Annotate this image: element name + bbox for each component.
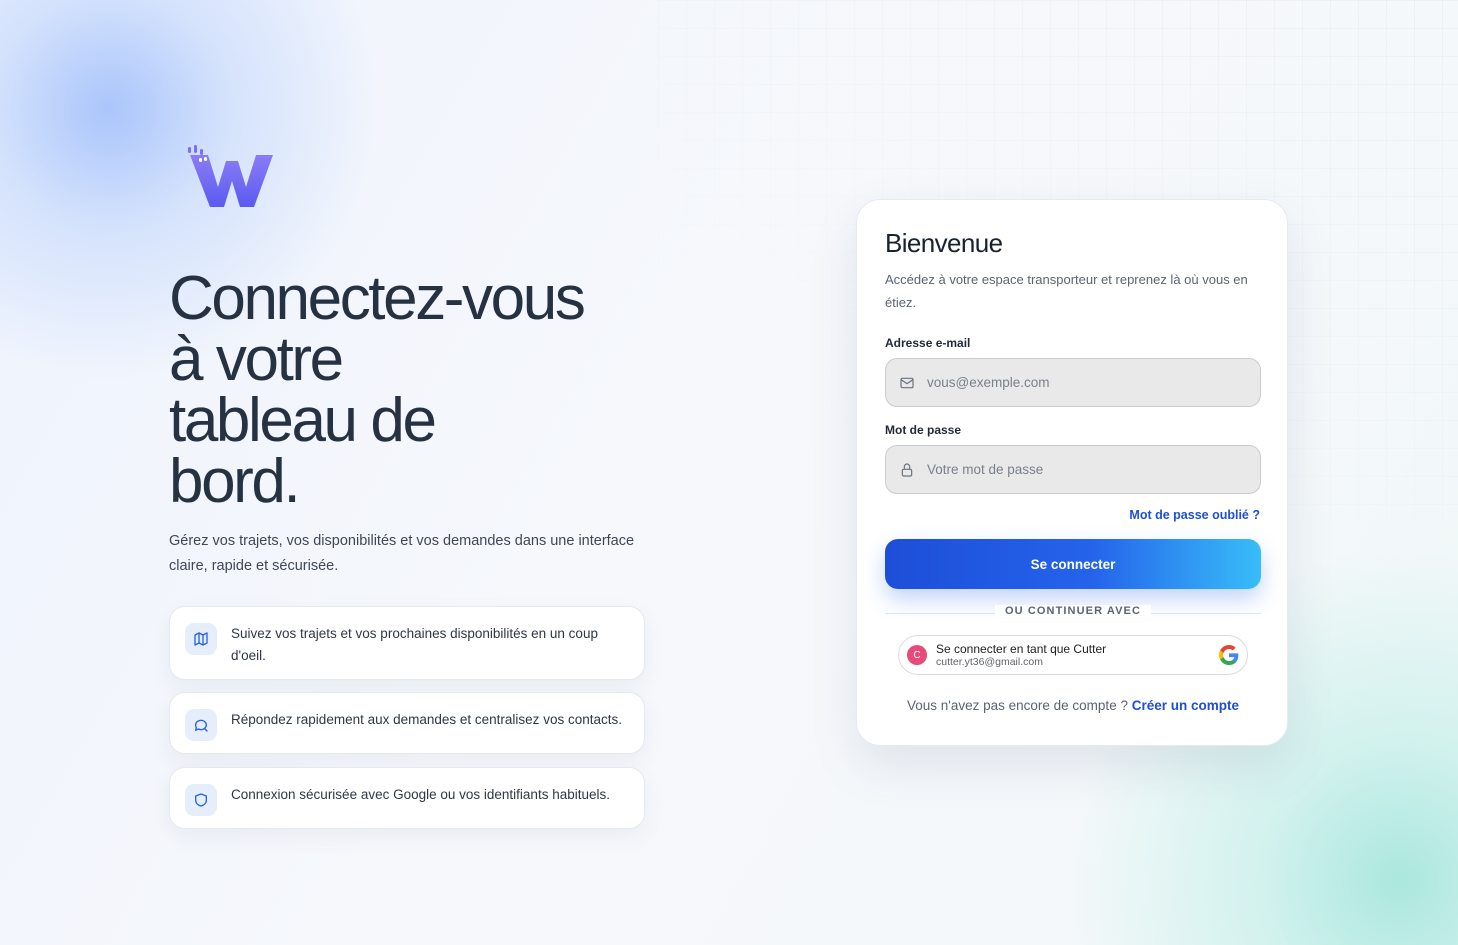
login-description: Accédez à votre espace transporteur et r… xyxy=(885,272,1248,310)
create-account-link[interactable]: Créer un compte xyxy=(1132,698,1239,713)
feature-text: Connexion sécurisée avec Google ou vos i… xyxy=(231,787,610,802)
divider-label: OU CONTINUER AVEC xyxy=(995,605,1151,617)
google-signin-button[interactable]: C Se connecter en tant que Cutter cutter… xyxy=(898,635,1248,675)
google-icon xyxy=(1219,645,1239,665)
login-button[interactable]: Se connecter xyxy=(885,539,1261,589)
avatar: C xyxy=(907,645,927,665)
w-logo-icon xyxy=(186,145,274,209)
feature-card: Suivez vos trajets et vos prochaines dis… xyxy=(169,606,645,680)
feature-text: Répondez rapidement aux demandes et cent… xyxy=(231,712,622,727)
signup-row: Vous n'avez pas encore de compte ? Créer… xyxy=(857,698,1289,713)
lock-icon xyxy=(898,461,916,479)
google-account-name: Se connecter en tant que Cutter xyxy=(936,641,1107,656)
chat-icon xyxy=(185,709,217,741)
feature-card: Répondez rapidement aux demandes et cent… xyxy=(169,692,645,754)
signup-prompt: Vous n'avez pas encore de compte ? xyxy=(906,698,1128,713)
login-card: Bienvenue Accédez à votre espace transpo… xyxy=(856,199,1288,746)
password-label: Mot de passe xyxy=(885,423,962,437)
email-input[interactable] xyxy=(927,375,1247,390)
forgot-password-link[interactable]: Mot de passe oublié ? xyxy=(1129,508,1260,522)
password-field[interactable] xyxy=(885,445,1261,494)
feature-card: Connexion sécurisée avec Google ou vos i… xyxy=(169,767,645,829)
map-icon xyxy=(185,623,217,655)
password-input[interactable] xyxy=(927,462,1247,477)
hero-subtitle: Gérez vos trajets, vos disponibilités et… xyxy=(169,533,635,574)
hero-headline: Connectez-vous à votre tableau de bord. xyxy=(169,264,586,516)
email-field[interactable] xyxy=(885,358,1261,407)
mail-icon xyxy=(898,374,916,392)
google-account-email: cutter.yt36@gmail.com xyxy=(936,655,1043,668)
email-label: Adresse e-mail xyxy=(885,336,971,350)
feature-text: Suivez vos trajets et vos prochaines dis… xyxy=(231,626,598,663)
login-title: Bienvenue xyxy=(885,228,1003,258)
shield-icon xyxy=(185,784,217,816)
